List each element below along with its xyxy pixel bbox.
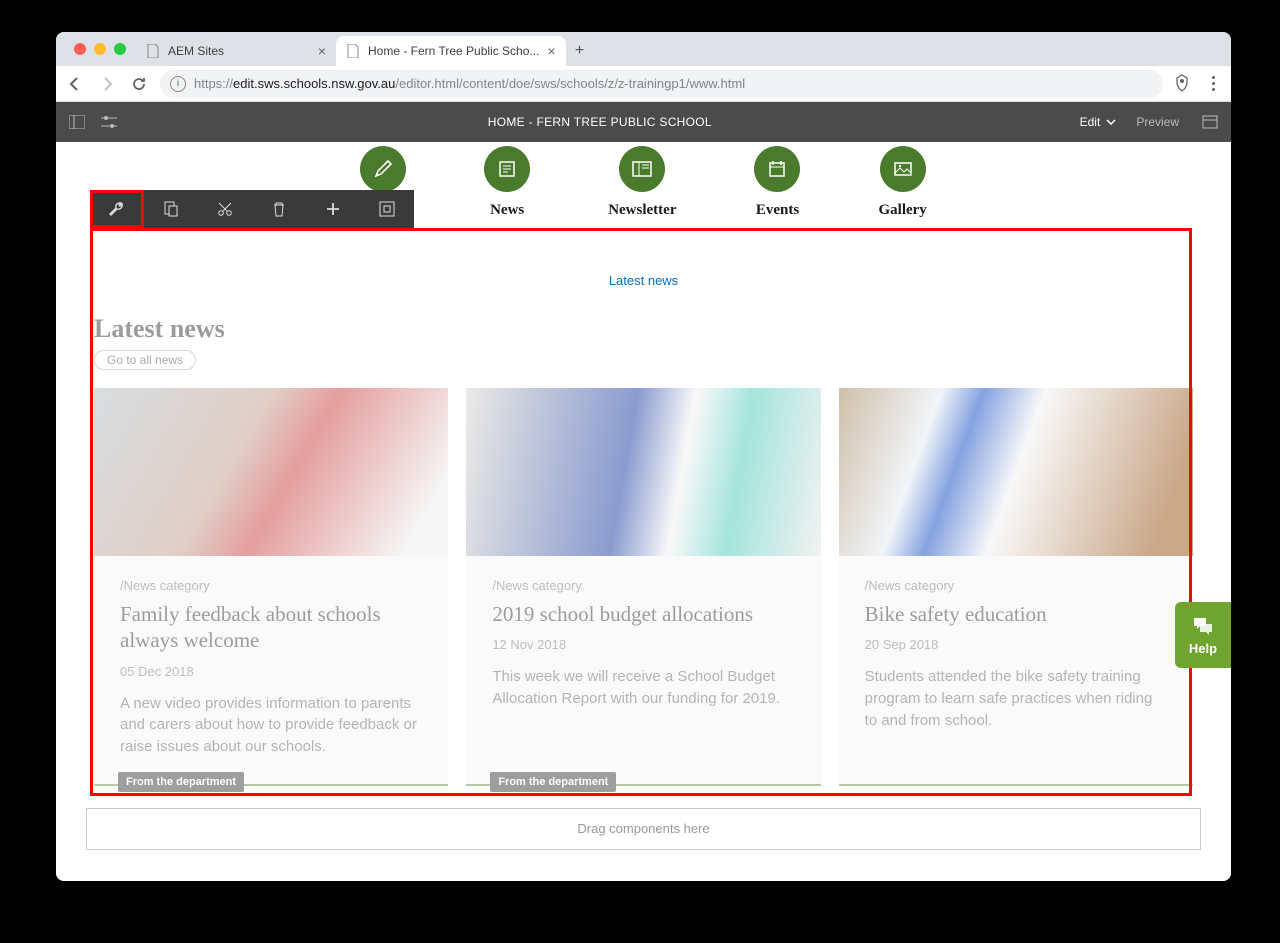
latest-news-section[interactable]: Latest news Go to all news From the depa… xyxy=(56,314,1231,786)
close-tab-icon[interactable]: × xyxy=(318,43,326,59)
news-cards-row: From the department /News category Famil… xyxy=(94,388,1193,786)
card-date: 20 Sep 2018 xyxy=(865,637,1167,652)
close-window-button[interactable] xyxy=(74,43,86,55)
browser-menu-button[interactable] xyxy=(1203,76,1223,91)
pencil-icon xyxy=(373,159,393,179)
plus-icon xyxy=(325,201,341,217)
page-icon xyxy=(346,44,360,58)
component-toolbar xyxy=(90,190,414,228)
gallery-icon xyxy=(892,160,914,178)
nav-item-gallery[interactable]: Gallery xyxy=(878,146,926,219)
side-panel-toggle-icon[interactable] xyxy=(66,111,88,133)
card-excerpt: A new video provides information to pare… xyxy=(120,693,422,758)
delete-button[interactable] xyxy=(252,190,306,228)
maximize-window-button[interactable] xyxy=(114,43,126,55)
browser-window: AEM Sites × Home - Fern Tree Public Scho… xyxy=(56,32,1231,881)
settings-sliders-icon[interactable] xyxy=(98,111,120,133)
page-title: HOME - FERN TREE PUBLIC SCHOOL xyxy=(120,115,1080,129)
chat-icon xyxy=(1191,615,1215,637)
new-tab-button[interactable]: + xyxy=(566,36,594,66)
card-date: 12 Nov 2018 xyxy=(492,637,794,652)
card-image xyxy=(466,388,820,556)
tab-title: AEM Sites xyxy=(168,44,224,58)
drop-zone[interactable]: Drag components here xyxy=(86,808,1201,850)
tab-title: Home - Fern Tree Public Scho... xyxy=(368,44,539,58)
address-bar: i https://edit.sws.schools.nsw.gov.au/ed… xyxy=(56,66,1231,102)
nav-item-news[interactable]: News xyxy=(484,146,530,219)
browser-tab-strip: AEM Sites × Home - Fern Tree Public Scho… xyxy=(56,32,1231,66)
close-tab-icon[interactable]: × xyxy=(547,43,555,59)
section-heading: Latest news xyxy=(94,314,1193,344)
page-properties-icon[interactable] xyxy=(1199,111,1221,133)
cut-button[interactable] xyxy=(198,190,252,228)
insert-button[interactable] xyxy=(306,190,360,228)
group-button[interactable] xyxy=(360,190,414,228)
aem-editor-bar: HOME - FERN TREE PUBLIC SCHOOL Edit Prev… xyxy=(56,102,1231,142)
page-icon xyxy=(146,44,160,58)
forward-button[interactable] xyxy=(96,73,118,95)
news-icon xyxy=(497,159,517,179)
tab-aem-sites[interactable]: AEM Sites × xyxy=(136,36,336,66)
card-image xyxy=(839,388,1193,556)
paste-button[interactable] xyxy=(144,190,198,228)
card-excerpt: This week we will receive a School Budge… xyxy=(492,666,794,710)
site-info-icon[interactable]: i xyxy=(170,76,186,92)
edit-mode-dropdown[interactable]: Edit xyxy=(1080,115,1117,129)
paste-icon xyxy=(163,200,179,218)
reload-button[interactable] xyxy=(128,73,150,95)
card-category: /News category xyxy=(120,578,422,593)
profile-icon[interactable] xyxy=(1173,74,1193,94)
trash-icon xyxy=(271,200,287,218)
minimize-window-button[interactable] xyxy=(94,43,106,55)
news-card[interactable]: From the department /News category Famil… xyxy=(94,388,448,786)
back-button[interactable] xyxy=(64,73,86,95)
card-excerpt: Students attended the bike safety traini… xyxy=(865,666,1167,731)
layout-icon xyxy=(378,200,396,218)
window-controls xyxy=(64,32,136,66)
preview-button[interactable]: Preview xyxy=(1136,115,1179,129)
chevron-down-icon xyxy=(1106,119,1116,125)
card-category: /News category xyxy=(492,578,794,593)
url-text: https://edit.sws.schools.nsw.gov.au/edit… xyxy=(194,76,745,91)
configure-button[interactable] xyxy=(90,190,144,228)
card-image xyxy=(94,388,448,556)
tab-home-fern-tree[interactable]: Home - Fern Tree Public Scho... × xyxy=(336,36,566,66)
help-widget[interactable]: Help xyxy=(1175,602,1231,668)
department-badge: From the department xyxy=(118,772,244,792)
newsletter-icon xyxy=(631,160,653,178)
calendar-icon xyxy=(767,159,787,179)
news-card[interactable]: From the department /News category 2019 … xyxy=(466,388,820,786)
card-title: 2019 school budget allocations xyxy=(492,601,794,627)
card-title: Bike safety education xyxy=(865,601,1167,627)
wrench-icon xyxy=(108,200,126,218)
go-to-all-news-button[interactable]: Go to all news xyxy=(94,350,196,370)
nav-item-events[interactable]: Events xyxy=(754,146,800,219)
news-card[interactable]: /News category Bike safety education 20 … xyxy=(839,388,1193,786)
card-category: /News category xyxy=(865,578,1167,593)
card-date: 05 Dec 2018 xyxy=(120,664,422,679)
scissors-icon xyxy=(216,200,234,218)
department-badge: From the department xyxy=(490,772,616,792)
component-link[interactable]: Latest news xyxy=(56,273,1231,288)
url-field[interactable]: i https://edit.sws.schools.nsw.gov.au/ed… xyxy=(160,70,1163,98)
page-content-area: News Newsletter Events Gallery xyxy=(56,142,1231,881)
nav-item-newsletter[interactable]: Newsletter xyxy=(608,146,676,219)
card-title: Family feedback about schools always wel… xyxy=(120,601,422,654)
